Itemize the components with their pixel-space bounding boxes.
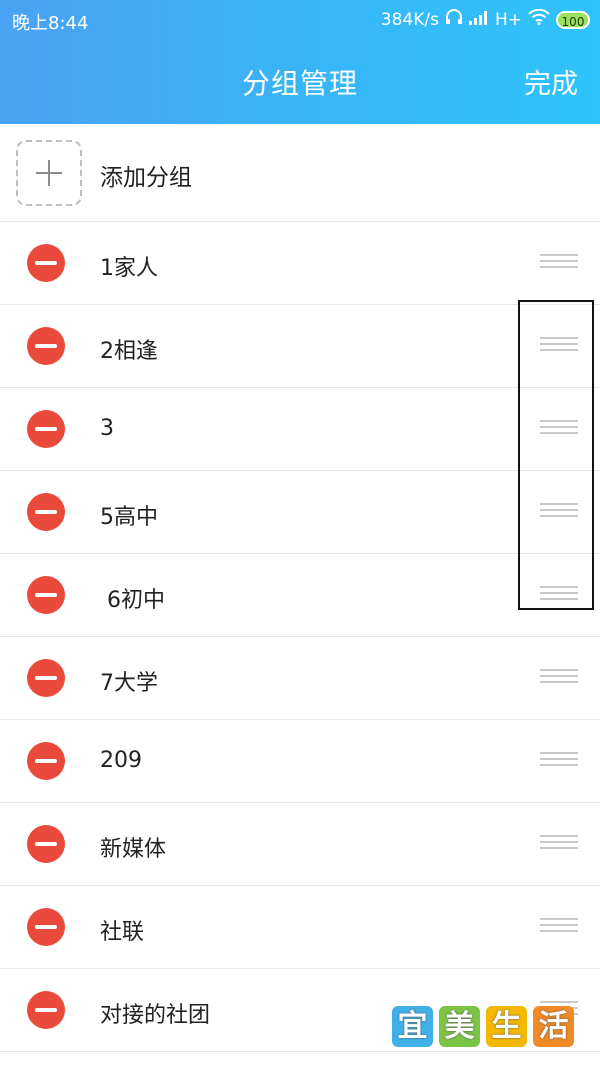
watermark-char: 活 bbox=[533, 1006, 574, 1047]
remove-icon[interactable] bbox=[27, 742, 65, 780]
page-title: 分组管理 bbox=[241, 67, 358, 100]
group-name: 209 bbox=[100, 748, 142, 773]
top-bar: 晚上8:44 384K/s H+ 100 分组管理 完成 bbox=[0, 0, 600, 124]
list-item: 6初中 bbox=[0, 554, 600, 637]
watermark-char: 美 bbox=[439, 1006, 480, 1047]
drag-handle-icon[interactable] bbox=[540, 752, 578, 768]
watermark-char: 生 bbox=[486, 1006, 527, 1047]
drag-handle-icon[interactable] bbox=[540, 420, 578, 436]
network-type: H+ bbox=[494, 9, 522, 30]
list-item: 5高中 bbox=[0, 471, 600, 554]
remove-icon[interactable] bbox=[27, 991, 65, 1029]
watermark-logo: 宜 美 生 活 bbox=[392, 1006, 574, 1047]
remove-icon[interactable] bbox=[27, 659, 65, 697]
list-item: 社联 bbox=[0, 886, 600, 969]
list-item: 1家人 bbox=[0, 222, 600, 305]
battery-indicator: 100 bbox=[556, 10, 590, 29]
signal-icon bbox=[468, 10, 489, 30]
drag-handle-icon[interactable] bbox=[540, 918, 578, 934]
drag-handle-icon[interactable] bbox=[540, 835, 578, 851]
drag-handle-icon[interactable] bbox=[540, 254, 578, 270]
network-speed: 384K/s bbox=[380, 9, 439, 30]
drag-handle-icon[interactable] bbox=[540, 586, 578, 602]
list-item: 3 bbox=[0, 388, 600, 471]
status-indicators: 384K/s H+ 100 bbox=[380, 8, 590, 30]
remove-icon[interactable] bbox=[27, 576, 65, 614]
drag-handle-icon[interactable] bbox=[540, 503, 578, 519]
list-item: 209 bbox=[0, 720, 600, 803]
remove-icon[interactable] bbox=[27, 493, 65, 531]
list-item: 新媒体 bbox=[0, 803, 600, 886]
add-group-row[interactable]: 添加分组 bbox=[0, 124, 600, 222]
remove-icon[interactable] bbox=[27, 327, 65, 365]
group-name: 5高中 bbox=[100, 505, 158, 530]
remove-icon[interactable] bbox=[27, 908, 65, 946]
status-time: 晚上8:44 bbox=[12, 13, 89, 34]
list-item: 7大学 bbox=[0, 637, 600, 720]
watermark-char: 宜 bbox=[392, 1006, 433, 1047]
remove-icon[interactable] bbox=[27, 410, 65, 448]
add-group-button[interactable] bbox=[16, 140, 82, 206]
group-name: 2相逢 bbox=[100, 339, 158, 364]
group-name: 对接的社团 bbox=[100, 1003, 211, 1028]
list-item: 2相逢 bbox=[0, 305, 600, 388]
drag-handle-icon[interactable] bbox=[540, 337, 578, 353]
group-name: 3 bbox=[100, 416, 114, 441]
plus-icon bbox=[36, 160, 62, 186]
done-button[interactable]: 完成 bbox=[524, 62, 578, 101]
wifi-icon bbox=[528, 8, 550, 30]
status-bar: 晚上8:44 384K/s H+ 100 bbox=[0, 0, 600, 42]
group-list: 1家人 2相逢 3 5高中 6初中 7大学 209 新媒体 社联 对接的社团 bbox=[0, 222, 600, 1052]
group-name: 6初中 bbox=[100, 588, 165, 613]
group-name: 1家人 bbox=[100, 256, 158, 281]
remove-icon[interactable] bbox=[27, 244, 65, 282]
remove-icon[interactable] bbox=[27, 825, 65, 863]
group-name: 社联 bbox=[100, 920, 145, 945]
group-name: 7大学 bbox=[100, 671, 158, 696]
group-name: 新媒体 bbox=[100, 837, 167, 862]
drag-handle-icon[interactable] bbox=[540, 669, 578, 685]
headphone-icon bbox=[445, 9, 463, 30]
add-group-label: 添加分组 bbox=[100, 165, 192, 191]
